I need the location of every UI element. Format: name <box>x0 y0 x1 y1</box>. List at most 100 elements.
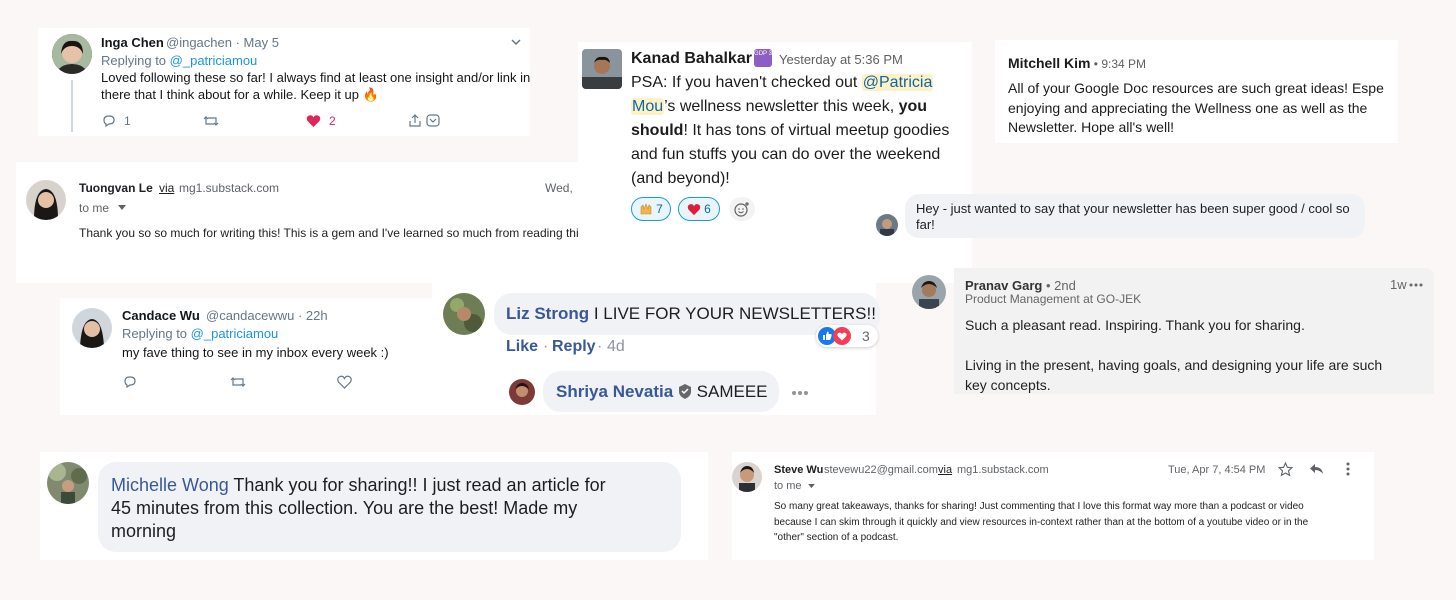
heart-outline-icon[interactable] <box>337 375 352 389</box>
avatar[interactable] <box>582 49 622 89</box>
reaction-count: 3 <box>862 328 870 344</box>
badge-icon <box>678 384 692 399</box>
avatar[interactable] <box>72 308 112 348</box>
comment-body: SAMEEE <box>696 382 768 401</box>
like-link[interactable]: Like <box>506 338 538 356</box>
email-card-tuongvan: Tuongvan Le via mg1.substack.com Wed, to… <box>16 162 582 283</box>
chat-avatar[interactable] <box>876 214 898 236</box>
reply-icon[interactable] <box>102 114 116 128</box>
sender-name[interactable]: Tuongvan Le <box>79 181 153 195</box>
comment-text-line1: Such a pleasant read. Inspiring. Thank y… <box>965 317 1305 333</box>
heart-icon <box>687 203 701 216</box>
via-label: via <box>938 464 953 476</box>
handle-date[interactable]: @ingachen · May 5 <box>166 35 279 50</box>
save-icon[interactable] <box>426 114 440 127</box>
chevron-down-icon[interactable] <box>510 36 522 48</box>
avatar[interactable] <box>26 180 66 220</box>
comment-text-line2: Living in the present, having goals, and… <box>965 357 1383 373</box>
retweet-icon[interactable] <box>230 375 246 389</box>
via-label: via <box>159 181 175 195</box>
commenter-title: Product Management at GO-JEK <box>965 292 1142 306</box>
email-date: Tue, Apr 7, 4:54 PM <box>1168 464 1266 476</box>
message-line2: enjoying and appreciating the Wellness o… <box>1008 100 1368 116</box>
email-body-line3: "other" section of a podcast. <box>774 532 899 543</box>
handle-date[interactable]: @candacewwu · 22h <box>206 308 328 323</box>
chat-message-line1: Hey - just wanted to say that your newsl… <box>916 201 1350 216</box>
retweet-icon[interactable] <box>203 114 219 128</box>
user-mention-link[interactable]: @Patricia <box>861 74 934 91</box>
reaction-raised-hands[interactable]: 7 <box>631 197 671 221</box>
sender-source: mg1.substack.com <box>957 464 1049 476</box>
timestamp[interactable]: Yesterday at 5:36 PM <box>779 52 903 67</box>
comment-age: 1w <box>1390 277 1407 292</box>
message-line3: Newsletter. Hope all's well! <box>1008 119 1175 135</box>
replying-handle-link[interactable]: @_patriciamou <box>170 53 258 68</box>
star-icon[interactable] <box>1278 462 1293 477</box>
message-line1: PSA: If you haven't checked out @Patrici… <box>631 71 934 95</box>
comment-body: I LIVE FOR YOUR NEWSLETTERS!! <box>593 304 876 323</box>
comment-age[interactable]: 4d <box>607 338 625 356</box>
sender-name[interactable]: Steve Wu <box>774 464 823 476</box>
commenter-name-link[interactable]: Liz Strong <box>506 304 589 323</box>
tweet-card-inga: Inga Chen @ingachen · May 5 Replying to … <box>38 28 530 136</box>
share-icon[interactable] <box>408 113 422 128</box>
author-name[interactable]: Kanad Bahalkar <box>631 50 752 68</box>
caret-down-icon[interactable] <box>808 484 815 489</box>
caret-down-icon[interactable] <box>118 205 126 211</box>
author-name[interactable]: Inga Chen <box>101 35 164 50</box>
recipient-label[interactable]: to me <box>79 201 109 215</box>
message-line1: All of your Google Doc resources are suc… <box>1008 80 1384 96</box>
comment-body: Thank you for sharing!! I just read an a… <box>233 475 606 495</box>
reaction-count: 7 <box>656 202 663 216</box>
heart-icon[interactable] <box>306 114 321 128</box>
avatar[interactable] <box>47 462 89 504</box>
reaction-heart[interactable]: 6 <box>678 197 720 221</box>
comment-text: Shriya Nevatia SAMEEE <box>556 382 768 402</box>
replying-handle-link[interactable]: @_patriciamou <box>191 326 279 341</box>
message-card-mitchell: Mitchell Kim • 9:34 PM All of your Googl… <box>995 40 1398 143</box>
add-reaction-icon[interactable] <box>729 197 755 221</box>
email-body: Thank you so so much for writing this! T… <box>79 226 582 240</box>
separator-dot: · <box>543 338 549 355</box>
message-bold-text: you <box>898 98 928 115</box>
timestamp: • 9:34 PM <box>1090 57 1147 71</box>
commenter-name-link[interactable]: Shriya Nevatia <box>556 382 673 401</box>
email-date: Wed, <box>545 181 573 195</box>
comment-line2: 45 minutes from this collection. You are… <box>111 498 578 518</box>
reply-arrow-icon[interactable] <box>1309 462 1324 475</box>
connection-degree: • 2nd <box>1042 278 1076 293</box>
commenter-name-link[interactable]: Michelle Wong <box>111 475 229 495</box>
reaction-summary[interactable]: 3 <box>816 325 878 347</box>
sender-email: stevewu22@gmail.com <box>824 464 938 476</box>
author-name[interactable]: Candace Wu <box>122 308 200 323</box>
comment-text: Liz Strong I LIVE FOR YOUR NEWSLETTERS!! <box>506 304 876 324</box>
love-reaction-icon <box>833 327 851 345</box>
commenter-name[interactable]: Pranav Garg <box>965 278 1042 293</box>
avatar[interactable] <box>52 34 92 74</box>
reply-link[interactable]: Reply <box>552 338 596 356</box>
user-mention-link[interactable]: Mou <box>631 98 665 115</box>
more-vert-icon[interactable] <box>1346 462 1350 476</box>
email-body-line1: So many great takeaways, thanks for shar… <box>774 501 1304 512</box>
replying-label: Replying to <box>122 326 191 341</box>
raised-hands-icon <box>639 202 653 216</box>
linkedin-comment-card: Pranav Garg • 2nd Product Management at … <box>954 268 1434 394</box>
reply-icon[interactable] <box>123 375 137 389</box>
author-name-text[interactable]: Mitchell Kim <box>1008 55 1090 71</box>
more-options-icon[interactable] <box>791 390 809 396</box>
avatar[interactable] <box>912 275 946 309</box>
message-text: PSA: If you haven't checked out <box>631 74 862 91</box>
comment-text-line3: key concepts. <box>965 377 1051 393</box>
message-text: ! It has tons of virtual meetup goodies <box>683 122 950 139</box>
more-options-icon[interactable] <box>1409 283 1423 287</box>
separator-dot: · <box>597 338 603 355</box>
comment-bubble-michelle: Michelle Wong Thank you for sharing!! I … <box>98 462 681 552</box>
author-name: Mitchell Kim • 9:34 PM <box>1008 55 1146 71</box>
avatar[interactable] <box>443 293 485 335</box>
recipient-label[interactable]: to me <box>774 480 802 492</box>
replying-to: Replying to @_patriciamou <box>101 53 257 68</box>
avatar[interactable] <box>732 462 762 492</box>
avatar[interactable] <box>509 379 535 405</box>
status-badge: GDP 3 <box>754 49 772 67</box>
message-text: ’s wellness newsletter this week, <box>664 98 899 115</box>
